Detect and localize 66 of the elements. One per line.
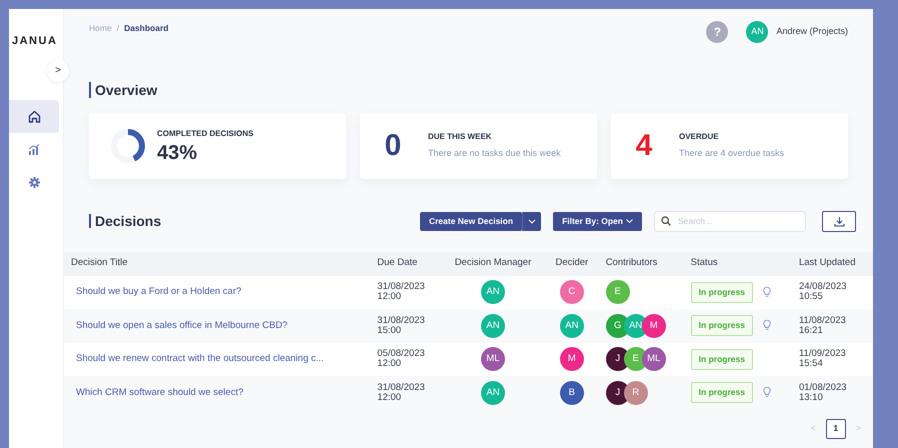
decision-link[interactable]: Should we buy a Ford or a Holden car? bbox=[76, 286, 242, 298]
logo: JANUA bbox=[12, 34, 58, 49]
avatar: B bbox=[560, 380, 584, 405]
card-label: COMPLETED DECISIONS bbox=[157, 128, 254, 140]
sidebar-item[interactable] bbox=[9, 100, 59, 132]
avatar: ML bbox=[480, 347, 505, 372]
download-icon bbox=[834, 216, 844, 226]
avatar: AN bbox=[746, 21, 768, 43]
avatar: M bbox=[642, 314, 666, 338]
last-updated: 24/08/2023 10:55 bbox=[798, 282, 848, 302]
avatar: C bbox=[560, 280, 584, 304]
last-updated: 11/09/2023 15:54 bbox=[798, 349, 847, 370]
due-date: 31/08/2023 15:00 bbox=[377, 316, 426, 336]
column-header: Decider bbox=[545, 252, 599, 276]
caret-icon bbox=[528, 218, 536, 224]
avatar: M bbox=[560, 347, 584, 372]
decision-link[interactable]: Which CRM software should we select? bbox=[76, 386, 244, 398]
download-button[interactable] bbox=[822, 210, 856, 232]
decision-link[interactable]: Should we open a sales office in Melbourne CBD? bbox=[76, 320, 288, 331]
column-header: Contributors bbox=[598, 252, 684, 276]
home-icon bbox=[28, 110, 40, 122]
column-header: Decision Manager bbox=[440, 252, 545, 276]
search-field[interactable]: Search... bbox=[654, 210, 806, 232]
column-header: Decision Title bbox=[64, 252, 370, 276]
donut-chart bbox=[111, 128, 145, 162]
card-value: 43% bbox=[157, 143, 198, 163]
dropdown-caret-button[interactable] bbox=[522, 212, 542, 230]
create-decision-button[interactable]: Create New Decision bbox=[420, 212, 522, 230]
card-count: 0 bbox=[384, 130, 402, 160]
avatar: ML bbox=[642, 347, 666, 372]
due-date: 31/08/2023 12:00 bbox=[377, 282, 426, 302]
card-text: There are no tasks due this week bbox=[428, 146, 561, 160]
page-button[interactable]: 1 bbox=[826, 418, 846, 438]
lightbulb-icon[interactable] bbox=[762, 387, 771, 398]
status-tag: In progress bbox=[690, 282, 753, 303]
avatar: E bbox=[606, 280, 630, 304]
avatar: AN bbox=[480, 280, 505, 304]
caret-icon bbox=[626, 219, 633, 223]
column-header: Status bbox=[684, 252, 792, 276]
card-text: There are 4 overdue tasks bbox=[679, 146, 784, 160]
avatar: AN bbox=[560, 314, 584, 338]
user-name[interactable]: Andrew (Projects) bbox=[776, 25, 848, 39]
status-tag: In progress bbox=[690, 348, 753, 370]
section-title: Overview bbox=[89, 82, 158, 98]
column-header: Last Updated bbox=[792, 252, 873, 276]
due-date: 05/08/2023 12:00 bbox=[377, 349, 426, 370]
card-count: 4 bbox=[634, 130, 654, 160]
status-tag: In progress bbox=[690, 382, 753, 404]
last-updated: 11/08/2023 16:21 bbox=[798, 316, 847, 336]
section-title: Decisions bbox=[89, 214, 162, 228]
avatar: AN bbox=[480, 380, 505, 405]
card-label: DUE THIS WEEK bbox=[428, 130, 493, 143]
breadcrumb-separator: / bbox=[116, 23, 120, 33]
chart-icon bbox=[28, 144, 40, 154]
lightbulb-icon[interactable] bbox=[762, 320, 771, 332]
sidebar-toggle-button[interactable]: > bbox=[47, 60, 69, 82]
avatar: AN bbox=[480, 314, 505, 338]
avatar: R bbox=[624, 380, 648, 405]
lightbulb-icon[interactable] bbox=[762, 286, 771, 298]
settings-icon bbox=[28, 176, 40, 188]
status-tag: In progress bbox=[690, 315, 753, 336]
column-header: Due Date bbox=[370, 252, 441, 276]
filter-button[interactable]: Filter By: Open bbox=[553, 212, 642, 230]
last-updated: 01/08/2023 13:10 bbox=[798, 382, 848, 403]
card-label: OVERDUE bbox=[679, 130, 720, 143]
due-date: 31/08/2023 12:00 bbox=[377, 382, 426, 403]
